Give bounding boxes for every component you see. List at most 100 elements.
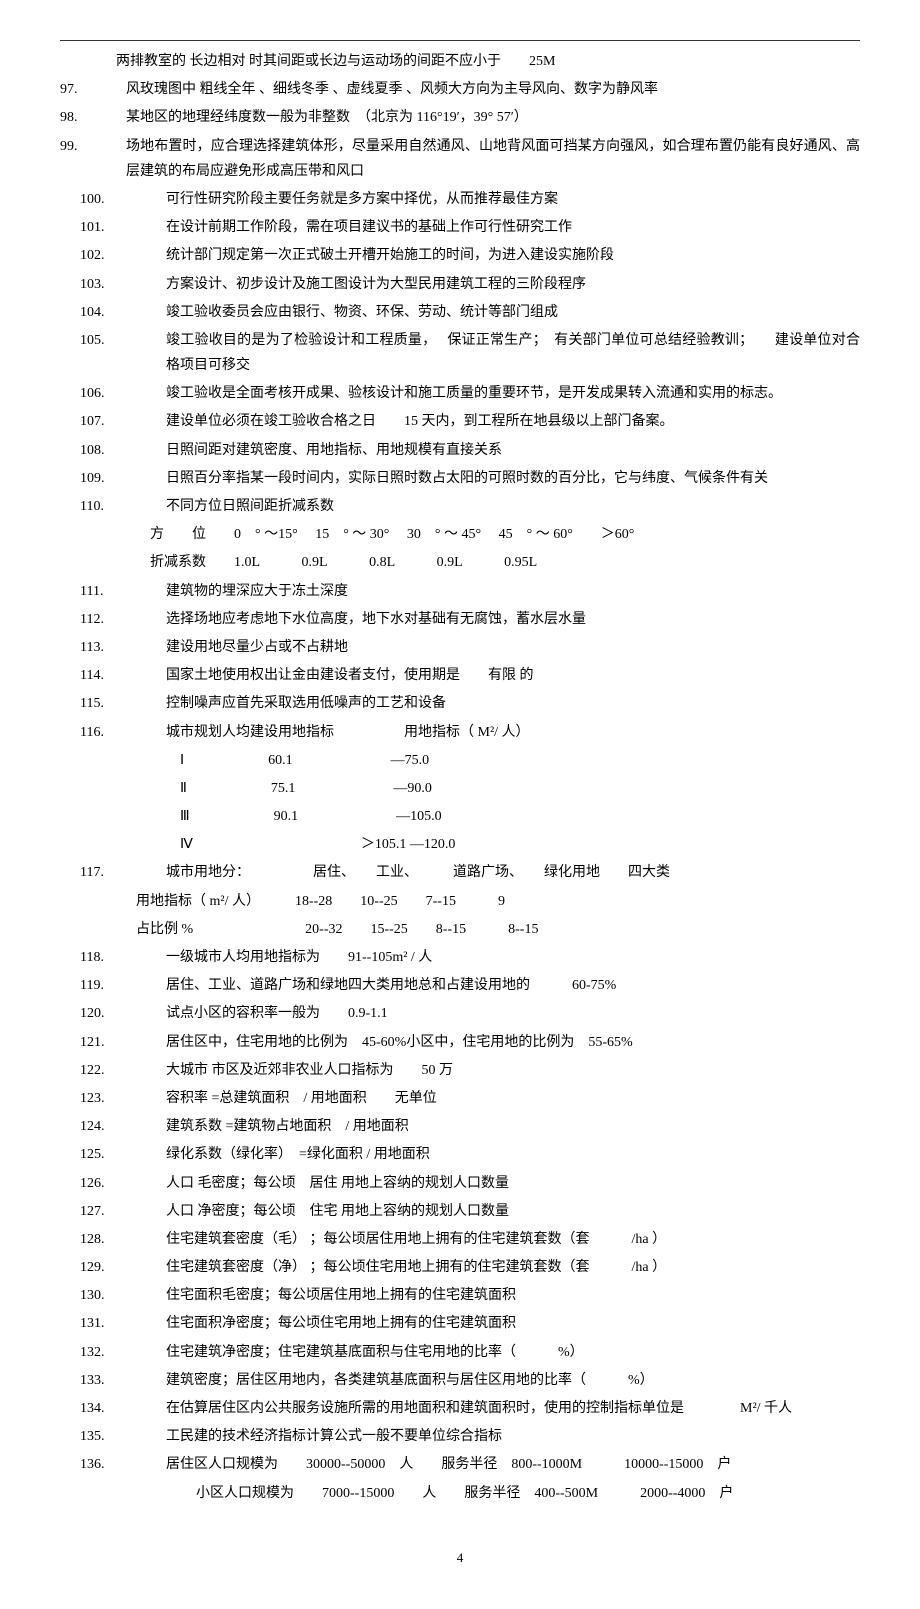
item-number: 111. bbox=[60, 579, 166, 604]
content-list: 两排教室的 长边相对 时其间距或长边与运动场的间距不应小于 25M 97.风玫瑰图… bbox=[60, 49, 860, 1506]
item-number: 135. bbox=[60, 1424, 166, 1449]
item-number: 103. bbox=[60, 272, 166, 297]
item-text: 日照百分率指某一段时间内，实际日照时数占太阳的可照时数的百分比，它与纬度、气候条… bbox=[166, 466, 860, 491]
item-text: 居住、工业、道路广场和绿地四大类用地总和占建设用地的 60-75% bbox=[166, 973, 860, 998]
item-number: 120. bbox=[60, 1001, 166, 1026]
item-number: 114. bbox=[60, 663, 166, 688]
item-number: 125. bbox=[60, 1142, 166, 1167]
list-item: 129.住宅建筑套密度（净） ；每公顷住宅用地上拥有的住宅建筑套数（套 /ha … bbox=[60, 1255, 860, 1280]
item-text: 大城市 市区及近郊非农业人口指标为 50 万 bbox=[166, 1058, 860, 1083]
list-item: 97.风玫瑰图中 粗线全年 、细线冬季 、虚线夏季 、风频大方向为主导风向、数字… bbox=[60, 77, 860, 102]
item-number: 131. bbox=[60, 1311, 166, 1336]
continuation-text: 小区人口规模为 7000--15000 人 服务半径 400--500M 200… bbox=[60, 1481, 860, 1506]
item-text: 国家土地使用权出让金由建设者支付，使用期是 有限 的 bbox=[166, 663, 860, 688]
item-text: 竣工验收是全面考核开成果、验核设计和施工质量的重要环节，是开发成果转入流通和实用… bbox=[166, 381, 860, 406]
item-number: 118. bbox=[60, 945, 166, 970]
item-number: 121. bbox=[60, 1030, 166, 1055]
list-item: 130.住宅面积毛密度；每公顷居住用地上拥有的住宅建筑面积 bbox=[60, 1283, 860, 1308]
list-item: 106.竣工验收是全面考核开成果、验核设计和施工质量的重要环节，是开发成果转入流… bbox=[60, 381, 860, 406]
item-number: 134. bbox=[60, 1396, 166, 1421]
list-item: 102.统计部门规定第一次正式破土开槽开始施工的时间，为进入建设实施阶段 bbox=[60, 243, 860, 268]
item-text: 工民建的技术经济指标计算公式一般不要单位综合指标 bbox=[166, 1424, 860, 1449]
item-text: 建筑系数 =建筑物占地面积 / 用地面积 bbox=[166, 1114, 860, 1139]
list-item: 110.不同方位日照间距折减系数 bbox=[60, 494, 860, 519]
item-text: 住宅建筑净密度；住宅建筑基底面积与住宅用地的比率（ %） bbox=[166, 1340, 860, 1365]
item-number: 99. bbox=[60, 134, 126, 159]
list-item: 127.人口 净密度；每公顷 住宅 用地上容纳的规划人口数量 bbox=[60, 1199, 860, 1224]
list-item: 136.居住区人口规模为 30000--50000 人 服务半径 800--10… bbox=[60, 1452, 860, 1477]
item-text: 竣工验收委员会应由银行、物资、环保、劳动、统计等部门组成 bbox=[166, 300, 860, 325]
item-number: 106. bbox=[60, 381, 166, 406]
list-item: 103.方案设计、初步设计及施工图设计为大型民用建筑工程的三阶段程序 bbox=[60, 272, 860, 297]
item-number: 105. bbox=[60, 328, 166, 353]
item-number: 112. bbox=[60, 607, 166, 632]
list-item: 121.居住区中，住宅用地的比例为 45-60%小区中，住宅用地的比例为 55-… bbox=[60, 1030, 860, 1055]
item-text: 场地布置时，应合理选择建筑体形，尽量采用自然通风、山地背风面可挡某方向强风，如合… bbox=[126, 134, 860, 184]
list-item: 123.容积率 =总建筑面积 / 用地面积 无单位 bbox=[60, 1086, 860, 1111]
item-text: 城市规划人均建设用地指标 用地指标（ M²/ 人） bbox=[166, 720, 860, 745]
item-number: 123. bbox=[60, 1086, 166, 1111]
list-item: 105.竣工验收目的是为了检验设计和工程质量， 保证正常生产； 有关部门单位可总… bbox=[60, 328, 860, 378]
list-item: 131.住宅面积净密度；每公顷住宅用地上拥有的住宅建筑面积 bbox=[60, 1311, 860, 1336]
list-item: 133.建筑密度；居住区用地内，各类建筑基底面积与居住区用地的比率（ %） bbox=[60, 1368, 860, 1393]
item-number: 127. bbox=[60, 1199, 166, 1224]
item-number: 107. bbox=[60, 409, 166, 434]
item-number: 116. bbox=[60, 720, 166, 745]
item-number: 101. bbox=[60, 215, 166, 240]
list-item: 111.建筑物的埋深应大于冻土深度 bbox=[60, 579, 860, 604]
list-item: 134.在估算居住区内公共服务设施所需的用地面积和建筑面积时，使用的控制指标单位… bbox=[60, 1396, 860, 1421]
item-text: 不同方位日照间距折减系数 bbox=[166, 494, 860, 519]
page-number: 4 bbox=[60, 1546, 860, 1569]
list-item: 125.绿化系数（绿化率） =绿化面积 / 用地面积 bbox=[60, 1142, 860, 1167]
table-row: 折减系数 1.0L 0.9L 0.8L 0.9L 0.95L bbox=[60, 550, 860, 575]
document-body: 两排教室的 长边相对 时其间距或长边与运动场的间距不应小于 25M 97.风玫瑰图… bbox=[60, 40, 860, 1569]
item-text: 居住区人口规模为 30000--50000 人 服务半径 800--1000M … bbox=[166, 1452, 860, 1477]
item-text: 建设用地尽量少占或不占耕地 bbox=[166, 635, 860, 660]
item-text: 住宅建筑套密度（毛） ；每公顷居住用地上拥有的住宅建筑套数（套 /ha ） bbox=[166, 1227, 860, 1252]
item-number: 124. bbox=[60, 1114, 166, 1139]
list-item: 124.建筑系数 =建筑物占地面积 / 用地面积 bbox=[60, 1114, 860, 1139]
list-item: 119.居住、工业、道路广场和绿地四大类用地总和占建设用地的 60-75% bbox=[60, 973, 860, 998]
item-number: 119. bbox=[60, 973, 166, 998]
list-item: 115.控制噪声应首先采取选用低噪声的工艺和设备 bbox=[60, 691, 860, 716]
item-text: 住宅建筑套密度（净） ；每公顷住宅用地上拥有的住宅建筑套数（套 /ha ） bbox=[166, 1255, 860, 1280]
list-item: 122.大城市 市区及近郊非农业人口指标为 50 万 bbox=[60, 1058, 860, 1083]
continuation-text: 两排教室的 长边相对 时其间距或长边与运动场的间距不应小于 25M bbox=[60, 49, 860, 74]
list-item: 101.在设计前期工作阶段，需在项目建议书的基础上作可行性研究工作 bbox=[60, 215, 860, 240]
table-row: Ⅲ 90.1 —105.0 bbox=[60, 804, 860, 829]
item-text: 城市用地分： 居住、 工业、 道路广场、 绿化用地 四大类 bbox=[166, 860, 860, 885]
item-text: 日照间距对建筑密度、用地指标、用地规模有直接关系 bbox=[166, 438, 860, 463]
list-item: 107.建设单位必须在竣工验收合格之日 15 天内，到工程所在地县级以上部门备案… bbox=[60, 409, 860, 434]
item-text: 容积率 =总建筑面积 / 用地面积 无单位 bbox=[166, 1086, 860, 1111]
item-number: 102. bbox=[60, 243, 166, 268]
list-item: 104.竣工验收委员会应由银行、物资、环保、劳动、统计等部门组成 bbox=[60, 300, 860, 325]
table-row: Ⅱ 75.1 —90.0 bbox=[60, 776, 860, 801]
list-item: 98.某地区的地理经纬度数一般为非整数 （北京为 116°19′，39° 57′… bbox=[60, 105, 860, 130]
item-text: 在估算居住区内公共服务设施所需的用地面积和建筑面积时，使用的控制指标单位是 M²… bbox=[166, 1396, 860, 1421]
item-text: 建筑密度；居住区用地内，各类建筑基底面积与居住区用地的比率（ %） bbox=[166, 1368, 860, 1393]
list-item: 117.城市用地分： 居住、 工业、 道路广场、 绿化用地 四大类 bbox=[60, 860, 860, 885]
item-text: 人口 净密度；每公顷 住宅 用地上容纳的规划人口数量 bbox=[166, 1199, 860, 1224]
item-text: 住宅面积净密度；每公顷住宅用地上拥有的住宅建筑面积 bbox=[166, 1311, 860, 1336]
item-text: 风玫瑰图中 粗线全年 、细线冬季 、虚线夏季 、风频大方向为主导风向、数字为静风… bbox=[126, 77, 860, 102]
item-number: 130. bbox=[60, 1283, 166, 1308]
list-item: 99.场地布置时，应合理选择建筑体形，尽量采用自然通风、山地背风面可挡某方向强风… bbox=[60, 134, 860, 184]
list-item: 112.选择场地应考虑地下水位高度，地下水对基础有无腐蚀，蓄水层水量 bbox=[60, 607, 860, 632]
list-item: 128.住宅建筑套密度（毛） ；每公顷居住用地上拥有的住宅建筑套数（套 /ha … bbox=[60, 1227, 860, 1252]
item-number: 113. bbox=[60, 635, 166, 660]
item-text: 方案设计、初步设计及施工图设计为大型民用建筑工程的三阶段程序 bbox=[166, 272, 860, 297]
item-text: 一级城市人均用地指标为 91--105m² / 人 bbox=[166, 945, 860, 970]
item-text: 建筑物的埋深应大于冻土深度 bbox=[166, 579, 860, 604]
list-item: 114.国家土地使用权出让金由建设者支付，使用期是 有限 的 bbox=[60, 663, 860, 688]
list-item: 116.城市规划人均建设用地指标 用地指标（ M²/ 人） bbox=[60, 720, 860, 745]
item-text: 统计部门规定第一次正式破土开槽开始施工的时间，为进入建设实施阶段 bbox=[166, 243, 860, 268]
item-number: 128. bbox=[60, 1227, 166, 1252]
list-item: 126.人口 毛密度；每公顷 居住 用地上容纳的规划人口数量 bbox=[60, 1171, 860, 1196]
list-item: 100.可行性研究阶段主要任务就是多方案中择优，从而推荐最佳方案 bbox=[60, 187, 860, 212]
list-item: 108.日照间距对建筑密度、用地指标、用地规模有直接关系 bbox=[60, 438, 860, 463]
list-item: 120.试点小区的容积率一般为 0.9-1.1 bbox=[60, 1001, 860, 1026]
item-text: 居住区中，住宅用地的比例为 45-60%小区中，住宅用地的比例为 55-65% bbox=[166, 1030, 860, 1055]
item-number: 115. bbox=[60, 691, 166, 716]
item-number: 126. bbox=[60, 1171, 166, 1196]
item-number: 110. bbox=[60, 494, 166, 519]
